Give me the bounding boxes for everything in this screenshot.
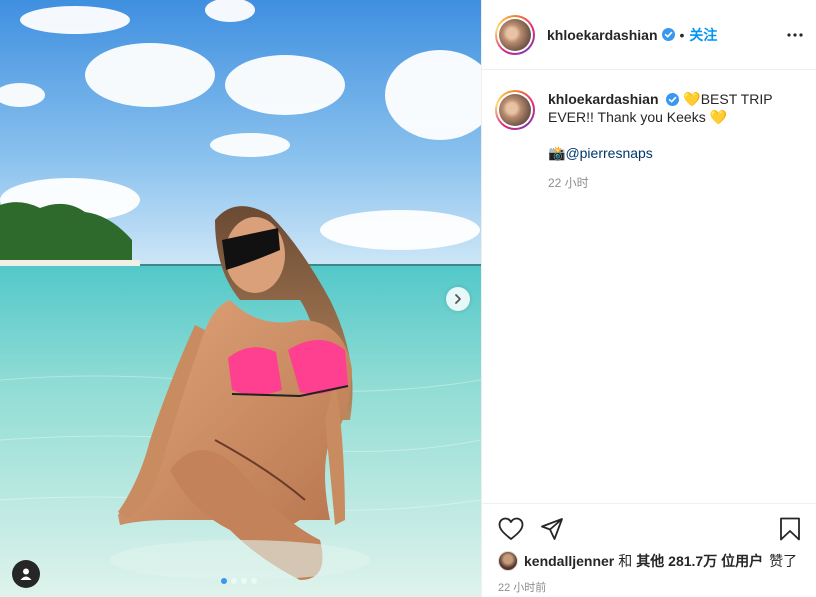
more-options-icon[interactable] xyxy=(786,26,804,44)
mention-link[interactable]: @pierresnaps xyxy=(565,145,652,161)
like-button[interactable] xyxy=(498,517,524,541)
carousel-dot xyxy=(251,578,257,584)
author-username[interactable]: khloekardashian xyxy=(547,27,658,43)
share-icon xyxy=(541,518,563,540)
carousel-dot xyxy=(231,578,237,584)
carousel-dot xyxy=(241,578,247,584)
likes-suffix: 赞了 xyxy=(769,553,798,569)
caption-timestamp[interactable]: 22 小时 xyxy=(548,174,784,192)
post-header: khloekardashian • 关注 xyxy=(482,0,816,70)
verified-badge-icon xyxy=(666,93,680,106)
next-image-button[interactable] xyxy=(446,287,470,311)
save-button[interactable] xyxy=(779,517,801,541)
share-button[interactable] xyxy=(540,517,564,541)
likes-connector: 和 xyxy=(618,553,633,569)
post-media[interactable] xyxy=(0,0,481,597)
save-bookmark-icon xyxy=(780,517,800,541)
post-timestamp[interactable]: 22 小时前 xyxy=(498,579,801,595)
author-avatar[interactable] xyxy=(495,14,535,55)
yellow-heart-emoji: 💛 xyxy=(683,91,701,107)
caption-author-avatar[interactable] xyxy=(495,90,535,130)
camera-emoji: 📸 xyxy=(548,145,566,161)
next-arrow-icon xyxy=(455,294,461,304)
liker-avatar[interactable] xyxy=(498,551,518,571)
carousel-indicator xyxy=(221,578,257,584)
header-separator: • xyxy=(679,26,685,43)
caption-username[interactable]: khloekardashian xyxy=(548,91,659,107)
liker-username[interactable]: kendalljenner xyxy=(524,553,614,569)
yellow-heart-emoji: 💛 xyxy=(709,109,728,125)
carousel-dot xyxy=(221,578,227,584)
photo-beach-scene xyxy=(0,0,481,597)
post-actions: kendalljenner 和 其他 281.7万 位用户 赞了 22 小时前 xyxy=(482,503,816,597)
heart-icon xyxy=(498,517,524,540)
post-side-panel: khloekardashian • 关注 khloekardashian 💛BE… xyxy=(481,0,816,597)
post-caption: khloekardashian 💛BEST TRIP EVER!! Thank … xyxy=(482,70,816,192)
verified-badge-icon xyxy=(661,28,675,41)
other-likers-count[interactable]: 其他 281.7万 位用户 xyxy=(636,551,763,571)
tagged-users-button[interactable] xyxy=(12,560,40,588)
follow-button[interactable]: 关注 xyxy=(689,25,717,45)
likes-summary: kendalljenner 和 其他 281.7万 位用户 赞了 xyxy=(498,551,801,571)
user-tag-icon xyxy=(20,568,32,580)
